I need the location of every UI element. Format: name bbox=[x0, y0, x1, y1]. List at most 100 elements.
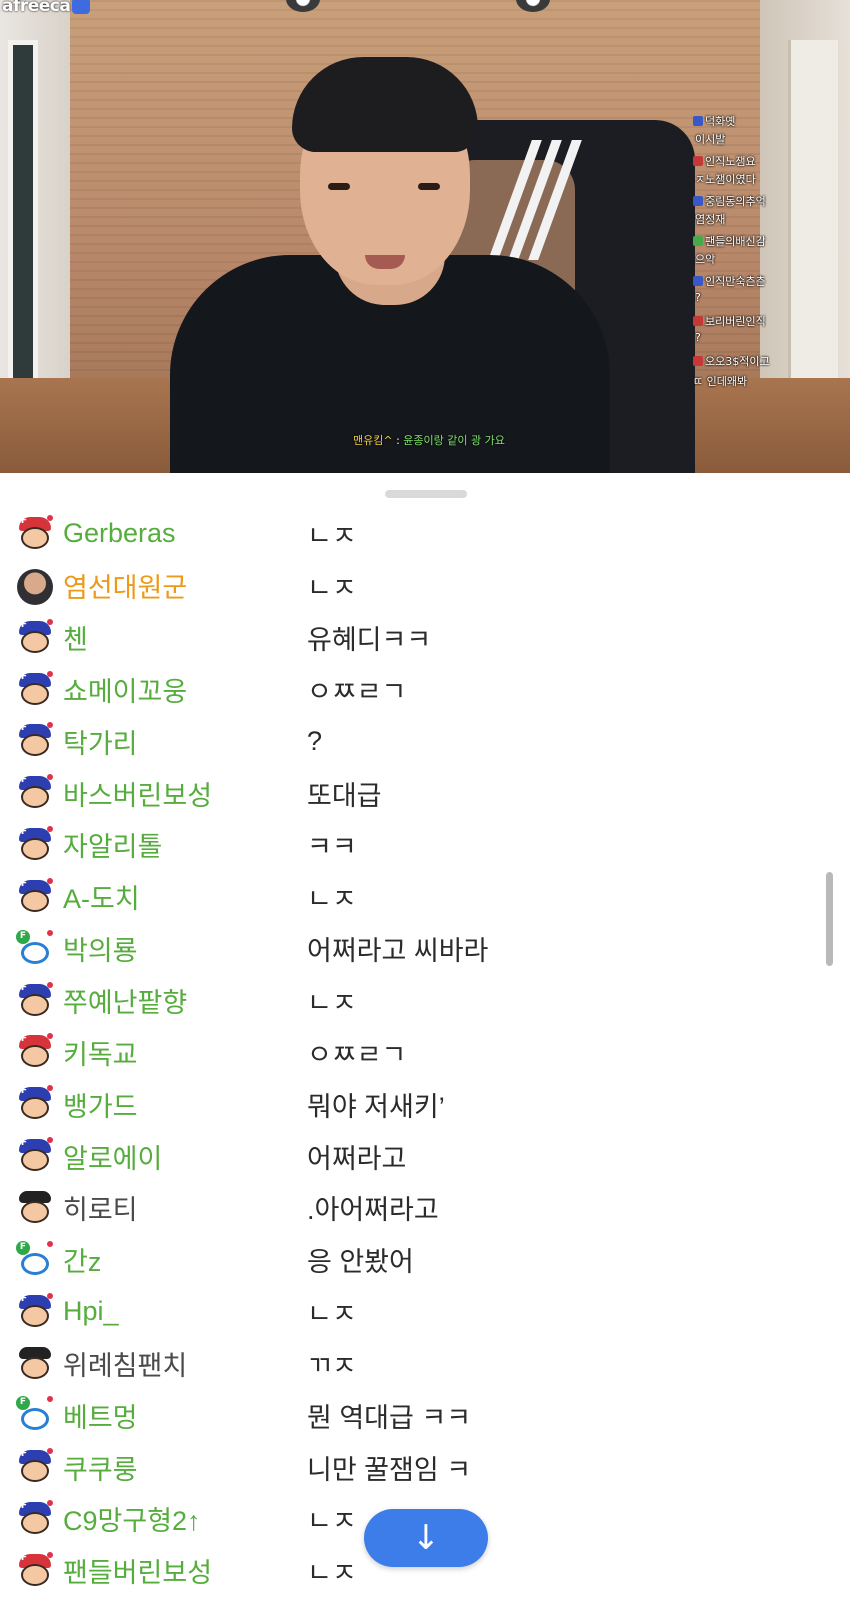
chat-row[interactable]: F 키독교 ㅇㅉㄹㄱ bbox=[0, 1026, 850, 1078]
chat-list[interactable]: FGerberasㄴㅈF염선대원군ㄴㅈF첸유혜디ㅋㅋF쇼메이꼬웅ㅇㅉㄹㄱF탁가리… bbox=[0, 508, 850, 1597]
avatar[interactable]: F bbox=[16, 929, 53, 966]
user-badge-icon bbox=[693, 356, 703, 366]
avatar[interactable]: F bbox=[16, 1240, 53, 1277]
avatar[interactable]: F bbox=[17, 1500, 53, 1536]
avatar[interactable]: F bbox=[17, 515, 53, 551]
chat-row[interactable]: F 알로에이 어쩌라고 bbox=[0, 1130, 850, 1182]
chat-nickname[interactable]: 쭈예난팥향 bbox=[63, 981, 187, 1020]
chat-nickname[interactable]: 위례침팬치 bbox=[63, 1344, 187, 1383]
overlay-chat-message: 으악 bbox=[695, 253, 716, 266]
chat-row[interactable]: F 탁가리? bbox=[0, 715, 850, 767]
chat-nickname[interactable]: 뱅가드 bbox=[63, 1085, 138, 1124]
chat-nickname[interactable]: 히로티 bbox=[63, 1188, 138, 1227]
chat-row[interactable]: F Gerberas ㄴㅈ bbox=[0, 508, 850, 560]
chat-row[interactable]: F 염선대원군 ㄴㅈ bbox=[0, 560, 850, 612]
streamer bbox=[170, 55, 610, 473]
overlay-chat-message: ? bbox=[695, 331, 701, 344]
chat-message: ㄲㅈ bbox=[307, 1350, 357, 1381]
overlay-chat-user: 덕화옛 bbox=[693, 111, 843, 131]
video-player[interactable]: afreeca 덕화옛 이시발 인직노잼요 ㅈ노잼이였다 중림동의추억 염정재 팬들의배신감… bbox=[0, 0, 850, 473]
chat-message: 니만 꿀잼임 ㅋ bbox=[307, 1454, 472, 1485]
chat-row[interactable]: F 베트멍 뭔 역대급 ㅋㅋ bbox=[0, 1389, 850, 1441]
avatar[interactable]: F bbox=[17, 1346, 53, 1381]
chat-nickname[interactable]: 자알리톨 bbox=[63, 825, 162, 864]
chat-scrollbar[interactable] bbox=[826, 872, 833, 966]
chat-message: ㅋㅋ bbox=[307, 832, 357, 863]
avatar[interactable]: F bbox=[17, 568, 53, 605]
overlay-chat-user: 보리버린인직 bbox=[693, 311, 843, 331]
chat-nickname[interactable]: C9망구형2↑ bbox=[63, 1499, 201, 1538]
user-badge-icon bbox=[693, 316, 703, 326]
chat-nickname[interactable]: 박의룡 bbox=[63, 929, 138, 968]
avatar[interactable]: F bbox=[17, 981, 53, 1018]
avatar[interactable]: F bbox=[17, 1085, 53, 1121]
chat-nickname[interactable]: 첸 bbox=[63, 618, 88, 657]
avatar[interactable]: F bbox=[16, 1396, 53, 1432]
chat-message: 응 안봤어 bbox=[307, 1247, 414, 1278]
brand-logo: afreeca bbox=[2, 0, 91, 16]
chat-message: .아어쩌라고 bbox=[307, 1195, 439, 1226]
chat-message: 어쩌라고 씨바라 bbox=[307, 936, 489, 967]
avatar[interactable]: F bbox=[17, 670, 53, 707]
chat-message: ㄴㅈ bbox=[307, 521, 357, 552]
avatar[interactable]: F bbox=[17, 1137, 53, 1173]
overlay-chat-user: 중림동의추억 bbox=[693, 191, 843, 211]
chat-row[interactable]: F 바스버린보성 또대급 bbox=[0, 767, 850, 819]
avatar[interactable]: F bbox=[17, 1190, 53, 1225]
avatar[interactable]: F bbox=[17, 877, 53, 914]
chat-row[interactable]: F 쭈예난팥향 ㄴㅈ bbox=[0, 975, 850, 1027]
chat-nickname[interactable]: 염선대원군 bbox=[63, 566, 187, 605]
chat-nickname[interactable]: 쇼메이꼬웅 bbox=[63, 670, 187, 709]
chat-nickname[interactable]: 베트멍 bbox=[63, 1396, 138, 1435]
arrow-down-icon: ↓ bbox=[411, 1518, 441, 1558]
chat-nickname[interactable]: 바스버린보성 bbox=[63, 774, 212, 813]
avatar[interactable]: F bbox=[17, 618, 53, 655]
chat-message: 어쩌라고 bbox=[307, 1143, 407, 1174]
panel-drag-handle[interactable] bbox=[385, 490, 467, 498]
avatar[interactable]: F bbox=[17, 1448, 53, 1484]
avatar[interactable]: F bbox=[17, 722, 53, 758]
chat-message: 또대급 bbox=[307, 780, 382, 811]
chat-row[interactable]: F 쇼메이꼬웅 ㅇㅉㄹㄱ bbox=[0, 664, 850, 716]
chat-nickname[interactable]: 탁가리 bbox=[63, 722, 138, 761]
chat-row[interactable]: F 첸 유혜디ㅋㅋ bbox=[0, 612, 850, 664]
overlay-chat: 덕화옛 이시발 인직노잼요 ㅈ노잼이였다 중림동의추억 염정재 팬들의배신감 으악 인직만숙츤츤… bbox=[693, 111, 843, 391]
chat-row[interactable]: F 위례침팬치 ㄲㅈ bbox=[0, 1338, 850, 1390]
overlay-chat-user: 인직만숙츤츤 bbox=[693, 271, 843, 291]
avatar[interactable]: F bbox=[17, 1033, 53, 1069]
chat-nickname[interactable]: 팬들버린보성 bbox=[63, 1551, 212, 1590]
chat-nickname[interactable]: 간z bbox=[63, 1240, 101, 1279]
chat-nickname[interactable]: 알로에이 bbox=[63, 1137, 162, 1176]
chat-nickname[interactable]: 쿠쿠룽 bbox=[63, 1448, 138, 1487]
avatar[interactable]: F bbox=[17, 1551, 53, 1588]
chat-nickname[interactable]: Gerberas bbox=[63, 518, 176, 549]
chat-nickname[interactable]: Hpi_ bbox=[63, 1296, 119, 1327]
chat-message: ㄴㅈ bbox=[307, 1506, 357, 1537]
subtitle-user: 맨유킴^ bbox=[353, 434, 393, 447]
overlay-chat-message: 염정재 bbox=[695, 213, 726, 226]
ceiling-light bbox=[286, 0, 320, 12]
user-badge-icon bbox=[693, 276, 703, 286]
chat-row[interactable]: F Hpi_ ㄴㅈ bbox=[0, 1286, 850, 1338]
overlay-chat-message: ? bbox=[695, 291, 701, 304]
user-badge-icon bbox=[693, 116, 703, 126]
chat-row[interactable]: F 히로티 .아어쩌라고 bbox=[0, 1182, 850, 1234]
chat-row[interactable]: F 쿠쿠룽 니만 꿀잼임 ㅋ bbox=[0, 1441, 850, 1493]
chat-nickname[interactable]: 키독교 bbox=[63, 1033, 138, 1072]
chat-row[interactable]: F 자알리톨 ㅋㅋ bbox=[0, 819, 850, 871]
chat-message: ? bbox=[307, 725, 323, 756]
scroll-to-bottom-button[interactable]: ↓ bbox=[364, 1509, 488, 1567]
chat-row[interactable]: F 뱅가드 뭐야 저새키’ bbox=[0, 1078, 850, 1130]
avatar[interactable]: F bbox=[17, 1292, 53, 1329]
chat-message: ㄴㅈ bbox=[307, 988, 357, 1019]
avatar[interactable]: F bbox=[17, 826, 53, 862]
avatar[interactable]: F bbox=[17, 774, 53, 810]
chat-row[interactable]: F A-도치 ㄴㅈ bbox=[0, 871, 850, 923]
chat-row[interactable]: F 박의룡 어쩌라고 씨바라 bbox=[0, 923, 850, 975]
chat-row[interactable]: F 간z 응 안봤어 bbox=[0, 1234, 850, 1286]
chat-message: 유혜디ㅋㅋ bbox=[307, 625, 432, 656]
chat-nickname[interactable]: A-도치 bbox=[63, 877, 140, 916]
chat-message: ㄴㅈ bbox=[307, 884, 357, 915]
user-badge-icon bbox=[693, 196, 703, 206]
overlay-chat-message: ㅈ노잼이였다 bbox=[695, 173, 756, 186]
